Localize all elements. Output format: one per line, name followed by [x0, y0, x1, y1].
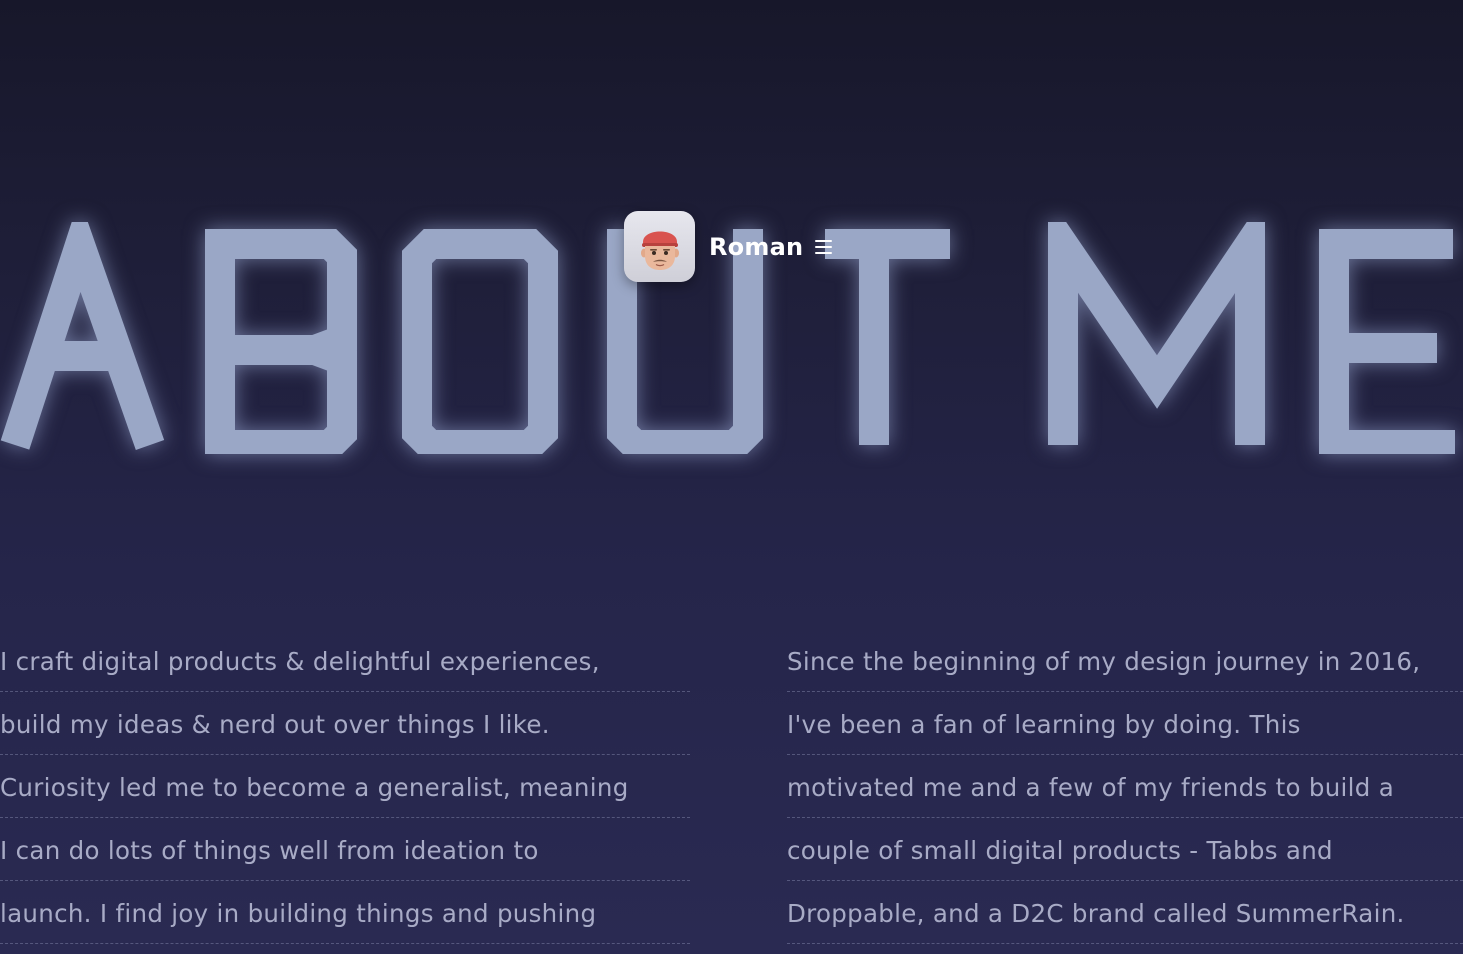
about-line: launch. I find joy in building things an… — [0, 882, 690, 944]
heading-letter-t — [825, 229, 950, 445]
hamburger-menu-icon[interactable] — [815, 239, 833, 254]
about-line: I can do lots of things well from ideati… — [0, 819, 690, 881]
top-nav: Roman — [624, 211, 833, 282]
heading-letter-b — [205, 229, 357, 454]
about-line: Curiosity led me to become a generalist,… — [0, 756, 690, 818]
menu-line — [815, 239, 833, 242]
menu-line — [815, 251, 833, 254]
about-line: build my ideas & nerd out over things I … — [0, 693, 690, 755]
memoji-avatar-icon — [640, 231, 679, 270]
menu-line — [815, 245, 833, 248]
brand-name[interactable]: Roman — [709, 233, 803, 261]
heading-letter-a — [0, 222, 165, 450]
about-line: Since the beginning of my design journey… — [787, 630, 1463, 692]
about-text-right: Since the beginning of my design journey… — [787, 630, 1463, 944]
about-line: couple of small digital products - Tabbs… — [787, 819, 1463, 881]
avatar[interactable] — [624, 211, 695, 282]
about-line: I've been a fan of learning by doing. Th… — [787, 693, 1463, 755]
about-line: motivated me and a few of my friends to … — [787, 756, 1463, 818]
about-line: Droppable, and a D2C brand called Summer… — [787, 882, 1463, 944]
heading-letter-m — [1048, 222, 1265, 445]
heading-letter-o — [402, 229, 558, 454]
about-line: I craft digital products & delightful ex… — [0, 630, 690, 692]
heading-letter-e — [1319, 229, 1455, 454]
about-text-left: I craft digital products & delightful ex… — [0, 630, 690, 944]
